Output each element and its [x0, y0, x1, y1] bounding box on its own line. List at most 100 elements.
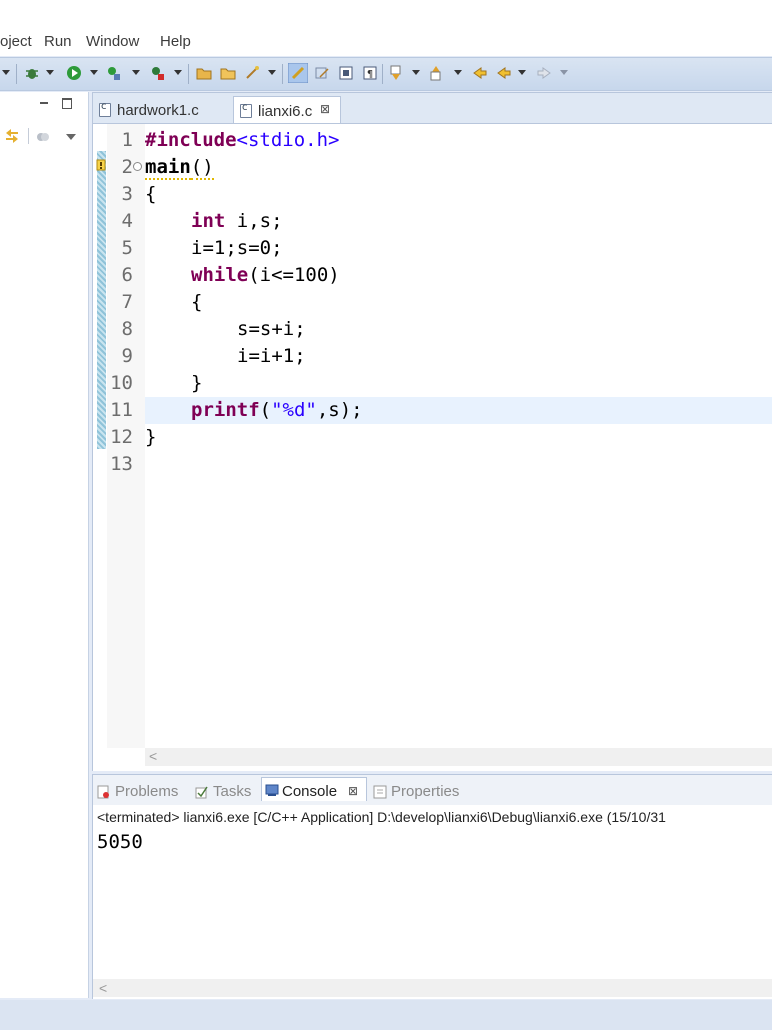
open-folder-icon[interactable] — [220, 65, 236, 81]
menu-window[interactable]: Window — [86, 33, 139, 50]
menu-project[interactable]: oject — [0, 33, 32, 50]
properties-icon — [373, 785, 387, 799]
wand-icon[interactable] — [244, 65, 260, 81]
fold-toggle-icon[interactable] — [133, 162, 142, 171]
tab-properties[interactable]: Properties — [371, 781, 475, 805]
link-with-editor-icon[interactable] — [4, 128, 20, 144]
code-token-string: <stdio.h> — [236, 129, 340, 151]
maximize-icon[interactable] — [62, 98, 72, 109]
code-line-current: printf("%d",s); — [145, 397, 772, 424]
line-number: 9 — [121, 345, 133, 367]
editor-horizontal-scrollbar[interactable]: < — [145, 748, 772, 766]
code-line: s=s+i; — [145, 316, 772, 343]
line-number: 12 — [110, 426, 133, 448]
close-tab-icon[interactable]: ⊠ — [320, 102, 330, 116]
run-icon[interactable] — [66, 65, 82, 81]
console-output[interactable]: 5050 — [97, 831, 143, 853]
menu-run[interactable]: Run — [44, 33, 72, 50]
code-line: while(i<=100) — [145, 262, 772, 289]
code-text-area[interactable]: #include<stdio.h> main() { int i,s; i=1;… — [145, 124, 772, 748]
scroll-left-arrow-icon[interactable]: < — [99, 980, 107, 996]
edit-icon[interactable] — [314, 65, 330, 81]
external-tools-dropdown-arrow[interactable] — [174, 70, 182, 75]
run-dropdown-arrow[interactable] — [90, 70, 98, 75]
minimize-icon[interactable] — [40, 102, 48, 104]
show-whitespace-icon[interactable]: ¶ — [362, 65, 378, 81]
code-token-text: i,s; — [225, 210, 283, 232]
code-line: int i,s; — [145, 208, 772, 235]
status-bar — [0, 1000, 772, 1030]
c-file-icon — [240, 102, 252, 118]
tab-hardwork1[interactable]: hardwork1.c — [93, 96, 231, 123]
code-token-text: ( — [259, 399, 272, 421]
menu-help[interactable]: Help — [160, 33, 191, 50]
code-token-keyword: printf — [191, 399, 260, 421]
scroll-left-arrow-icon[interactable]: < — [149, 748, 157, 764]
tab-label: Problems — [115, 783, 179, 800]
line-number: 10 — [110, 372, 133, 394]
toolbar-dropdown-arrow[interactable] — [2, 70, 10, 75]
line-number: 13 — [110, 453, 133, 475]
toolbar: ¶ — [0, 57, 772, 91]
line-number: 6 — [121, 264, 133, 286]
toolbar-separator — [16, 64, 17, 84]
external-tool-dropdown-arrow[interactable] — [132, 70, 140, 75]
collapse-all-icon[interactable] — [36, 130, 50, 144]
tab-problems[interactable]: Problems — [95, 781, 191, 805]
line-number-gutter: 1 2 3 4 5 6 7 8 9 10 11 12 13 — [107, 124, 145, 748]
wand-dropdown-arrow[interactable] — [268, 70, 276, 75]
problems-icon — [97, 785, 109, 799]
code-editor: hardwork1.c lianxi6.c ⊠ 1 2 3 4 5 6 7 8 … — [92, 92, 772, 771]
tab-label: Tasks — [213, 783, 252, 800]
editor-tab-bar: hardwork1.c lianxi6.c ⊠ — [93, 93, 772, 124]
code-token-keyword: int — [191, 210, 226, 232]
code-token-text: ,s); — [316, 399, 363, 421]
line-number: 5 — [121, 237, 133, 259]
debug-dropdown-arrow[interactable] — [46, 70, 54, 75]
code-line: } — [145, 370, 772, 397]
code-token-text: { — [145, 183, 157, 205]
line-number: 2 — [121, 156, 133, 178]
debug-bug-icon[interactable] — [24, 65, 40, 81]
previous-annotation-dropdown-arrow[interactable] — [454, 70, 462, 75]
code-token-text: () — [190, 156, 214, 180]
line-number: 7 — [121, 291, 133, 313]
line-number: 8 — [121, 318, 133, 340]
back-arrow-icon[interactable] — [496, 65, 512, 81]
console-panel: Problems Tasks Console ⊠ Properties <ter… — [92, 774, 772, 999]
tab-console[interactable]: Console ⊠ — [261, 777, 367, 801]
tab-label: hardwork1.c — [117, 102, 199, 119]
forward-dropdown-arrow[interactable] — [560, 70, 568, 75]
code-token-keyword: while — [191, 264, 249, 286]
back-dropdown-arrow[interactable] — [518, 70, 526, 75]
view-tab-bar: Problems Tasks Console ⊠ Properties — [93, 775, 772, 805]
highlight-toggle-icon[interactable] — [288, 63, 308, 83]
menu-bar: oject Run Window Help — [0, 0, 772, 56]
code-token-text: } — [191, 372, 203, 394]
block-select-icon[interactable] — [338, 65, 354, 81]
next-annotation-icon[interactable] — [388, 65, 404, 81]
code-token-text: (i<=100) — [248, 264, 340, 286]
svg-text:¶: ¶ — [367, 69, 373, 80]
last-edit-location-icon[interactable] — [472, 65, 488, 81]
external-tools-icon[interactable] — [150, 65, 166, 81]
code-line: main() — [145, 154, 772, 181]
open-project-icon[interactable] — [196, 65, 212, 81]
line-number: 1 — [121, 129, 133, 151]
code-line: { — [145, 289, 772, 316]
forward-arrow-icon[interactable] — [536, 65, 552, 81]
next-annotation-dropdown-arrow[interactable] — [412, 70, 420, 75]
close-tab-icon[interactable]: ⊠ — [348, 784, 358, 798]
toolbar-separator — [188, 64, 189, 84]
view-menu-icon[interactable] — [66, 134, 76, 140]
previous-annotation-icon[interactable] — [428, 65, 444, 81]
console-icon — [265, 784, 279, 796]
console-horizontal-scrollbar[interactable]: < — [93, 979, 772, 997]
code-token-text: } — [145, 426, 157, 448]
tab-tasks[interactable]: Tasks — [193, 781, 259, 805]
line-number: 4 — [121, 210, 133, 232]
tab-lianxi6[interactable]: lianxi6.c ⊠ — [233, 96, 341, 123]
code-line: { — [145, 181, 772, 208]
run-external-tool-icon[interactable] — [106, 65, 122, 81]
